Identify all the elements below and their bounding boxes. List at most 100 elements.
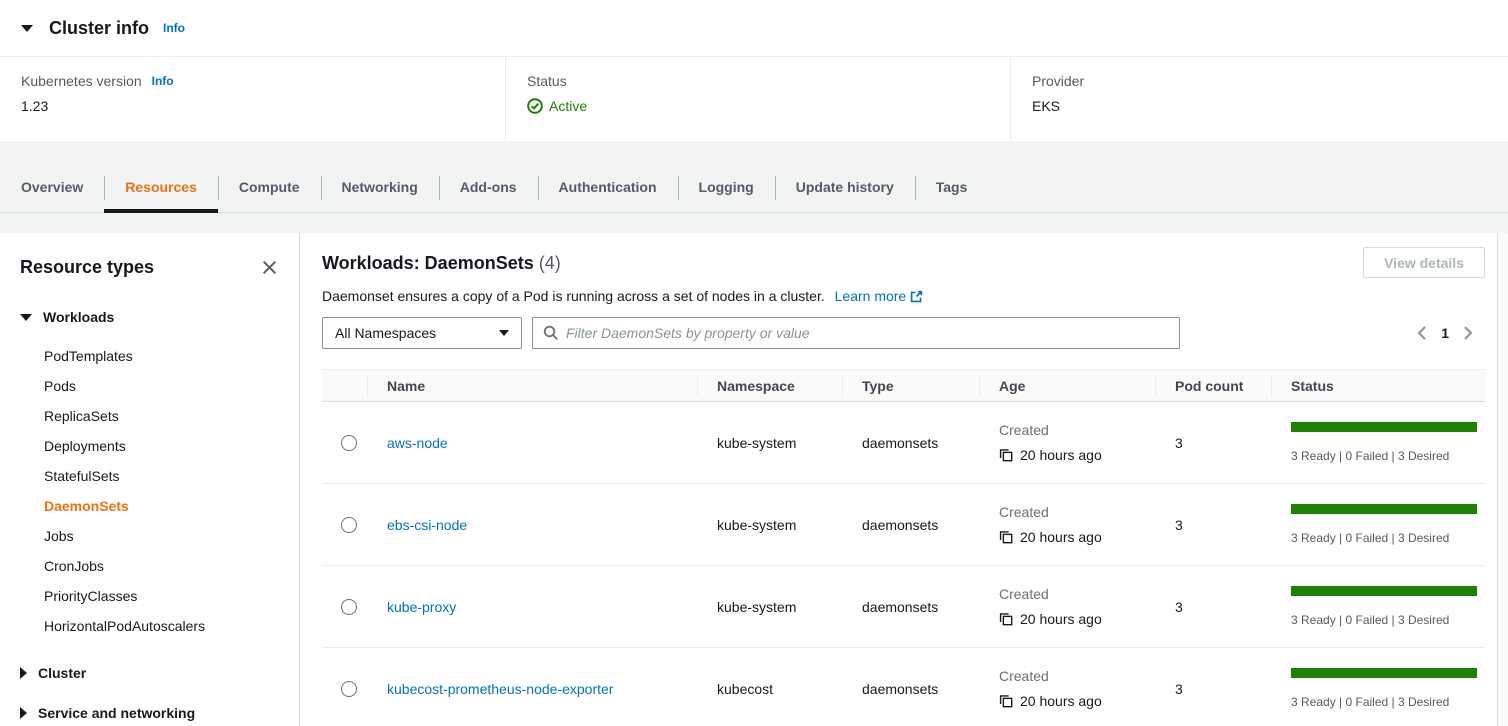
sidebar-item-podtemplates[interactable]: PodTemplates [44, 341, 279, 371]
chevron-left-icon [1415, 325, 1429, 341]
sidebar-title: Resource types [20, 257, 154, 278]
row-radio-button[interactable] [341, 517, 357, 533]
sidebar-item-cronjobs[interactable]: CronJobs [44, 551, 279, 581]
sidebar-group-label: Service and networking [38, 705, 195, 721]
current-page[interactable]: 1 [1441, 325, 1449, 341]
sidebar-item-priorityclasses[interactable]: PriorityClasses [44, 581, 279, 611]
caret-right-icon [20, 707, 27, 719]
next-page-button[interactable] [1461, 325, 1475, 341]
sidebar-item-daemonsets[interactable]: DaemonSets [44, 491, 279, 521]
sidebar-item-pods[interactable]: Pods [44, 371, 279, 401]
caret-down-icon [20, 314, 32, 321]
caret-right-icon [20, 667, 27, 679]
tab-tags[interactable]: Tags [915, 165, 989, 212]
status-progress-bar [1291, 668, 1477, 678]
pod-count-cell: 3 [1155, 681, 1271, 697]
sidebar-item-replicasets[interactable]: ReplicaSets [44, 401, 279, 431]
column-header-name[interactable]: Name [367, 378, 697, 394]
right-gutter [1497, 233, 1508, 726]
daemonset-name-link[interactable]: kubecost-prometheus-node-exporter [387, 681, 613, 697]
sidebar-item-deployments[interactable]: Deployments [44, 431, 279, 461]
resource-types-sidebar: Resource types Workloads PodTemplates Po… [0, 233, 300, 726]
namespace-cell: kube-system [697, 435, 842, 451]
copy-icon[interactable] [999, 530, 1013, 544]
copy-icon[interactable] [999, 448, 1013, 462]
column-header-age[interactable]: Age [979, 378, 1155, 394]
daemonset-name-link[interactable]: ebs-csi-node [387, 517, 467, 533]
status-badge: Active [549, 98, 587, 114]
table-toolbar: All Namespaces 1 [322, 317, 1485, 349]
chevron-right-icon [1461, 325, 1475, 341]
cluster-summary-panel: Kubernetes version Info 1.23 Status Acti… [0, 57, 1508, 141]
type-cell: daemonsets [842, 517, 979, 533]
status-progress-bar [1291, 504, 1477, 514]
status-label: Status [527, 73, 567, 89]
status-cell: 3 Ready | 0 Failed | 3 Desired [1271, 422, 1485, 463]
kubernetes-version-value: 1.23 [21, 98, 505, 114]
search-input[interactable] [566, 325, 1169, 341]
type-cell: daemonsets [842, 599, 979, 615]
sidebar-group-cluster[interactable]: Cluster [20, 665, 279, 681]
sidebar-item-statefulsets[interactable]: StatefulSets [44, 461, 279, 491]
status-cell: 3 Ready | 0 Failed | 3 Desired [1271, 504, 1485, 545]
copy-icon[interactable] [999, 694, 1013, 708]
table-row: kube-proxy kube-system daemonsets Create… [322, 566, 1485, 648]
provider-label: Provider [1032, 73, 1084, 89]
view-details-button[interactable]: View details [1363, 247, 1485, 278]
row-radio-button[interactable] [341, 681, 357, 697]
sidebar-group-workloads[interactable]: Workloads [20, 309, 279, 325]
status-progress-bar [1291, 422, 1477, 432]
row-radio-button[interactable] [341, 599, 357, 615]
pod-count-cell: 3 [1155, 517, 1271, 533]
kubernetes-version-info-link[interactable]: Info [152, 74, 174, 88]
column-header-type[interactable]: Type [842, 378, 979, 394]
eks-cluster-page: Cluster info Info Kubernetes version Inf… [0, 0, 1508, 726]
tab-logging[interactable]: Logging [678, 165, 775, 212]
status-cell: 3 Ready | 0 Failed | 3 Desired [1271, 586, 1485, 627]
kubernetes-version-field: Kubernetes version Info 1.23 [0, 57, 505, 141]
close-icon [261, 259, 278, 276]
tab-overview[interactable]: Overview [0, 165, 104, 212]
sidebar-item-jobs[interactable]: Jobs [44, 521, 279, 551]
tab-resources[interactable]: Resources [104, 165, 218, 212]
status-cell: 3 Ready | 0 Failed | 3 Desired [1271, 668, 1485, 709]
previous-page-button[interactable] [1415, 325, 1429, 341]
learn-more-link[interactable]: Learn more [835, 288, 924, 304]
table-header-row: Name Namespace Type Age Pod count Status [322, 369, 1485, 402]
tab-add-ons[interactable]: Add-ons [439, 165, 538, 212]
table-row: aws-node kube-system daemonsets Created … [322, 402, 1485, 484]
pod-count-cell: 3 [1155, 599, 1271, 615]
column-header-namespace[interactable]: Namespace [697, 378, 842, 394]
column-header-status[interactable]: Status [1271, 378, 1485, 394]
collapse-caret-icon[interactable] [21, 25, 33, 32]
workloads-items: PodTemplates Pods ReplicaSets Deployment… [20, 341, 279, 641]
page-title: Cluster info [49, 18, 149, 39]
row-radio-button[interactable] [341, 435, 357, 451]
daemonset-name-link[interactable]: kube-proxy [387, 599, 456, 615]
search-icon [543, 325, 559, 341]
tab-compute[interactable]: Compute [218, 165, 321, 212]
namespace-cell: kube-system [697, 599, 842, 615]
sidebar-item-horizontalpodautoscalers[interactable]: HorizontalPodAutoscalers [44, 611, 279, 641]
age-cell: Created 20 hours ago [979, 504, 1155, 545]
cluster-info-header: Cluster info Info [0, 0, 1508, 57]
sidebar-group-service-networking[interactable]: Service and networking [20, 705, 279, 721]
tab-authentication[interactable]: Authentication [538, 165, 678, 212]
check-circle-icon [527, 98, 543, 114]
age-cell: Created 20 hours ago [979, 586, 1155, 627]
sidebar-group-label: Cluster [38, 665, 86, 681]
copy-icon[interactable] [999, 612, 1013, 626]
column-header-pod-count[interactable]: Pod count [1155, 378, 1271, 394]
status-progress-bar [1291, 586, 1477, 596]
tab-update-history[interactable]: Update history [775, 165, 915, 212]
cluster-info-link[interactable]: Info [163, 21, 185, 35]
sidebar-close-button[interactable] [259, 258, 279, 278]
row-count: (4) [539, 253, 561, 273]
age-cell: Created 20 hours ago [979, 668, 1155, 709]
tab-networking[interactable]: Networking [321, 165, 439, 212]
namespace-select[interactable]: All Namespaces [322, 317, 522, 349]
chevron-down-icon [499, 330, 509, 336]
daemonset-name-link[interactable]: aws-node [387, 435, 448, 451]
kubernetes-version-label: Kubernetes version [21, 73, 142, 89]
table-title: Workloads: DaemonSets (4) [322, 247, 561, 274]
